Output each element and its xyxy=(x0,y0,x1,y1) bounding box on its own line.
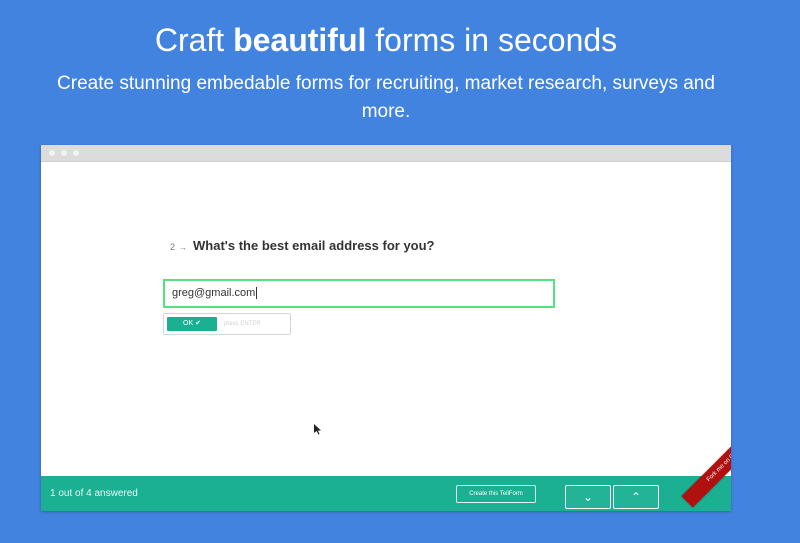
question-text: What's the best email address for you? xyxy=(193,238,435,253)
question-heading: 2 → What's the best email address for you? xyxy=(170,238,435,253)
question-number: 2 xyxy=(170,242,176,252)
hero-title-pre: Craft xyxy=(154,22,234,58)
chevron-up-icon[interactable]: ⌃ xyxy=(613,485,659,509)
press-enter-hint: press ENTER xyxy=(224,321,261,327)
window-dot-icon xyxy=(49,150,55,156)
ok-button[interactable]: OK ✔ xyxy=(167,317,217,331)
ok-button-group: OK ✔ press ENTER xyxy=(163,313,291,335)
email-input[interactable]: greg@gmail.com xyxy=(163,279,555,308)
hero-subtitle: Create stunning embedable forms for recr… xyxy=(57,73,715,122)
text-caret xyxy=(256,287,258,300)
hero-title-post: forms in seconds xyxy=(366,22,618,58)
form-preview-window: 2 → What's the best email address for you?… xyxy=(41,145,731,511)
hero-title-bold: beautiful xyxy=(233,22,367,58)
create-tellform-button[interactable]: Create this TellForm xyxy=(456,485,536,503)
email-value: greg@gmail.com xyxy=(172,287,256,299)
mouse-cursor-icon xyxy=(314,424,322,438)
form-footer: 1 out of 4 answered Create this TellForm… xyxy=(41,476,731,511)
window-dot-icon xyxy=(73,150,79,156)
window-titlebar xyxy=(41,145,731,162)
progress-text: 1 out of 4 answered xyxy=(50,488,138,499)
chevron-down-icon[interactable]: ⌄ xyxy=(565,485,611,509)
window-dot-icon xyxy=(61,150,67,156)
hero-title: Craft beautiful forms in seconds xyxy=(0,22,772,59)
arrow-right-icon: → xyxy=(179,243,188,252)
